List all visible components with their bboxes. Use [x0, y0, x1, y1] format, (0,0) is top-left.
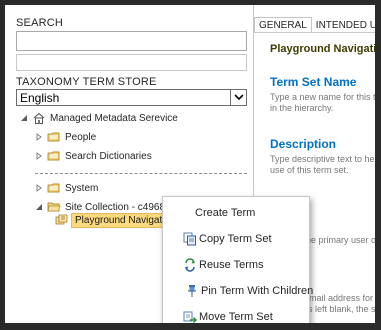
tab-divider [254, 32, 375, 33]
menu-item-label: Pin Term With Children [201, 285, 314, 297]
expand-triangle-icon[interactable] [34, 152, 43, 161]
description-heading: Description [270, 137, 337, 151]
tree-item-label: People [65, 131, 97, 143]
term-store-label: TAXONOMY TERM STORE [16, 76, 157, 88]
tree-item-label: Managed Metadata Serevice [50, 112, 178, 124]
contact-help-text: -mail address for [306, 293, 374, 303]
folder-icon [47, 150, 61, 162]
contact-help-text-2: is left blank, the sy [306, 304, 375, 314]
tree-item-label: Search Dictionaries [65, 150, 152, 162]
expand-triangle-icon[interactable] [34, 133, 43, 142]
house-icon [32, 112, 46, 124]
menu-item-move-term-set[interactable]: Move Term Set [163, 307, 309, 323]
tree-item-system[interactable]: System [34, 180, 98, 196]
menu-item-reuse-terms[interactable]: Reuse Terms [163, 255, 309, 275]
context-menu: Create Term Copy Term Set Reuse Terms Pi… [162, 196, 313, 323]
search-label: SEARCH [16, 17, 64, 29]
tab-intended-use[interactable]: INTENDED USE [312, 17, 375, 33]
tab-general[interactable]: GENERAL [254, 17, 312, 33]
menu-item-pin-term-with-children[interactable]: Pin Term With Children [163, 281, 313, 301]
term-set-name-help: Type a new name for this te [270, 92, 375, 102]
menu-item-create-term[interactable]: Create Term [163, 203, 309, 223]
window-frame: SEARCH TAXONOMY TERM STORE English Manag… [0, 0, 381, 330]
collapse-triangle-icon[interactable] [19, 114, 28, 123]
copy-icon [183, 232, 197, 246]
menu-item-label: Reuse Terms [199, 259, 264, 271]
tree-item-search-dictionaries[interactable]: Search Dictionaries [34, 148, 152, 164]
term-set-name-help-2: in the hierarchy. [270, 103, 334, 113]
menu-item-copy-term-set[interactable]: Copy Term Set [163, 229, 309, 249]
tab-strip: GENERAL INTENDED USE [254, 17, 375, 33]
tree-item-people[interactable]: People [34, 129, 96, 145]
collapse-triangle-icon[interactable] [34, 203, 43, 212]
reuse-icon [183, 258, 197, 272]
folder-icon [47, 182, 61, 194]
move-icon [183, 310, 197, 323]
search-input[interactable] [16, 31, 247, 51]
dialog-content: SEARCH TAXONOMY TERM STORE English Manag… [5, 5, 375, 323]
description-help: Type descriptive text to hel [270, 154, 375, 164]
tree-item-root[interactable]: Managed Metadata Serevice [19, 110, 178, 126]
term-set-name-heading: Term Set Name [270, 75, 357, 89]
search-results-box [16, 54, 247, 71]
page-title: Playground Navigation [270, 43, 375, 55]
language-value: English [20, 91, 60, 105]
pin-icon [185, 284, 199, 298]
folder-icon [47, 131, 61, 143]
menu-item-label: Copy Term Set [199, 233, 272, 245]
language-select[interactable]: English [16, 89, 247, 106]
chevron-down-icon[interactable] [230, 90, 246, 105]
folder-open-icon [47, 201, 61, 213]
owner-help-text: he primary user or [306, 235, 375, 245]
tree-separator [35, 173, 247, 174]
description-help-2: use of this term set. [270, 165, 349, 175]
menu-item-label: Create Term [195, 207, 256, 219]
expand-triangle-icon[interactable] [34, 184, 43, 193]
tree-item-label: System [65, 182, 99, 194]
term-set-icon [55, 214, 69, 226]
menu-item-label: Move Term Set [199, 311, 273, 323]
